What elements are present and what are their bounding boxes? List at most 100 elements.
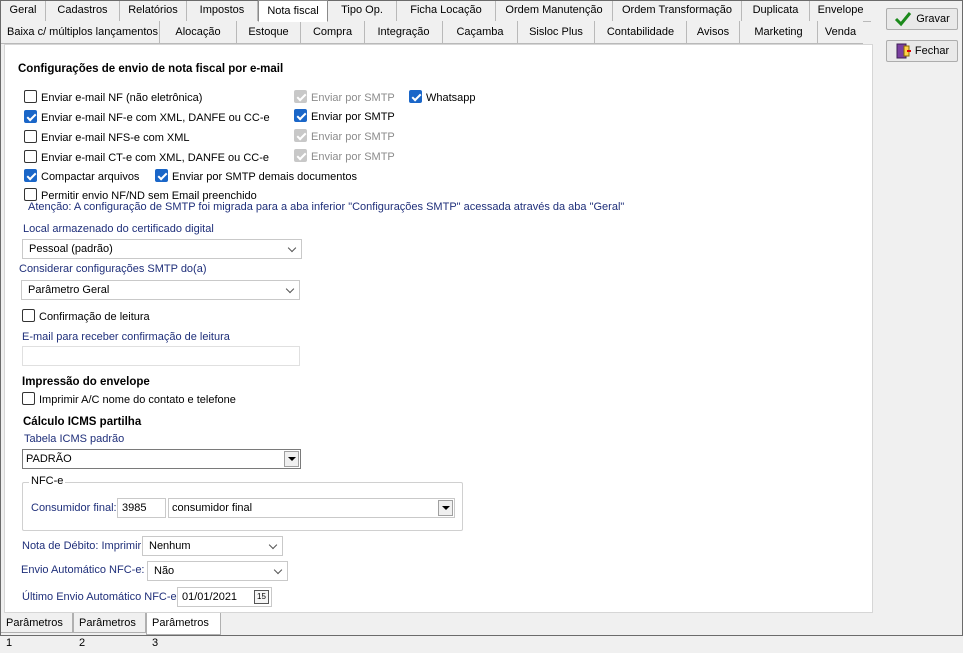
- tab-ordem-transformacao[interactable]: Ordem Transformação: [613, 0, 742, 22]
- save-button[interactable]: Gravar: [886, 8, 958, 30]
- debit-note-select[interactable]: Nenhum: [142, 536, 283, 556]
- chevron-down-icon: [273, 565, 283, 575]
- email-section-title: Configurações de envio de nota fiscal po…: [18, 63, 284, 75]
- bottom-tabs: Parâmetros 1 Parâmetros 2 Parâmetros 3: [0, 613, 221, 649]
- checkbox-box: [22, 392, 35, 405]
- smtp-other-docs-checkbox[interactable]: Enviar por SMTP demais documentos: [155, 169, 357, 183]
- checkbox-box: [155, 169, 168, 182]
- last-auto-date-value: 01/01/2021: [182, 591, 238, 603]
- tab-geral[interactable]: Geral: [1, 0, 46, 22]
- tab-marketing[interactable]: Marketing: [740, 21, 818, 44]
- icms-table-value: PADRÃO: [26, 453, 72, 465]
- email-nfe-checkbox[interactable]: Enviar e-mail NF-e com XML, DANFE ou CC-…: [24, 110, 270, 124]
- nota-fiscal-panel: Configurações de envio de nota fiscal po…: [4, 44, 873, 613]
- email-nf-checkbox[interactable]: Enviar e-mail NF (não eletrônica): [24, 90, 202, 104]
- smtp-config-select[interactable]: Parâmetro Geral: [21, 280, 300, 300]
- dropdown-arrow-icon[interactable]: [284, 451, 299, 467]
- email-cte-label: Enviar e-mail CT-e com XML, DANFE ou CC-…: [41, 152, 269, 164]
- tab-relatorios[interactable]: Relatórios: [120, 0, 187, 22]
- smtp-config-label: Considerar configurações SMTP do(a): [19, 263, 207, 275]
- tab-parametros-2[interactable]: Parâmetros 2: [73, 613, 146, 649]
- tab-duplicata[interactable]: Duplicata: [742, 0, 810, 22]
- read-email-input[interactable]: [22, 346, 300, 366]
- consumer-name-select[interactable]: consumidor final: [168, 498, 455, 518]
- tab-parametros-3[interactable]: Parâmetros 3: [146, 613, 221, 649]
- smtp-nfe-checkbox[interactable]: Enviar por SMTP: [294, 109, 395, 123]
- debit-note-value: Nenhum: [149, 540, 191, 552]
- save-button-label: Gravar: [916, 13, 950, 25]
- chevron-down-icon: [287, 243, 297, 253]
- tab-cadastros[interactable]: Cadastros: [46, 0, 120, 22]
- consumer-name-value: consumidor final: [172, 502, 253, 514]
- calendar-icon[interactable]: 15: [254, 590, 269, 604]
- nfce-groupbox: NFC-e Consumidor final: 3985 consumidor …: [22, 475, 463, 531]
- tab-sisloc-plus[interactable]: Sisloc Plus: [518, 21, 595, 44]
- auto-nfce-value: Não: [154, 565, 175, 577]
- tab-impostos[interactable]: Impostos: [187, 0, 258, 22]
- cert-location-select[interactable]: Pessoal (padrão): [22, 239, 302, 259]
- last-auto-label: Último Envio Automático NFC-e:: [22, 591, 180, 603]
- tab-ordem-manutencao[interactable]: Ordem Manutenção: [496, 0, 613, 22]
- cert-location-value: Pessoal (padrão): [29, 243, 113, 255]
- checkbox-box: [24, 169, 37, 182]
- email-nfse-checkbox[interactable]: Enviar e-mail NFS-e com XML: [24, 130, 190, 144]
- tab-nota-fiscal[interactable]: Nota fiscal: [258, 0, 328, 22]
- email-nfe-label: Enviar e-mail NF-e com XML, DANFE ou CC-…: [41, 112, 270, 124]
- tab-estoque[interactable]: Estoque: [237, 21, 301, 44]
- last-auto-date-input[interactable]: 01/01/2021 15: [177, 587, 272, 607]
- email-cte-checkbox[interactable]: Enviar e-mail CT-e com XML, DANFE ou CC-…: [24, 150, 269, 164]
- email-nfse-label: Enviar e-mail NFS-e com XML: [41, 132, 190, 144]
- tab-avisos[interactable]: Avisos: [687, 21, 740, 44]
- envelope-section-title: Impressão do envelope: [22, 376, 150, 388]
- consumer-label: Consumidor final:: [31, 502, 117, 514]
- tab-venda[interactable]: Venda: [818, 21, 863, 44]
- whatsapp-checkbox[interactable]: Whatsapp: [409, 90, 476, 104]
- smtp-nf-label: Enviar por SMTP: [311, 92, 395, 104]
- tab-baixa-multiplos[interactable]: Baixa c/ múltiplos lançamentos: [1, 21, 160, 44]
- compact-files-checkbox[interactable]: Compactar arquivos: [24, 169, 139, 183]
- read-confirm-checkbox[interactable]: Confirmação de leitura: [22, 309, 150, 323]
- checkbox-box: [294, 149, 307, 162]
- checkbox-box: [24, 188, 37, 201]
- read-email-label: E-mail para receber confirmação de leitu…: [22, 331, 230, 343]
- smtp-cte-label: Enviar por SMTP: [311, 151, 395, 163]
- allow-no-email-checkbox[interactable]: Permitir envio NF/ND sem Email preenchid…: [24, 188, 257, 202]
- tab-contabilidade[interactable]: Contabilidade: [595, 21, 687, 44]
- smtp-nf-checkbox: Enviar por SMTP: [294, 90, 395, 104]
- close-button[interactable]: Fechar: [886, 40, 958, 62]
- checkbox-box: [294, 129, 307, 142]
- tab-parametros-1[interactable]: Parâmetros 1: [0, 613, 73, 649]
- tab-cacamba[interactable]: Caçamba: [443, 21, 518, 44]
- checkbox-box: [24, 110, 37, 123]
- checkbox-box: [294, 109, 307, 122]
- checkbox-box: [294, 90, 307, 103]
- auto-nfce-select[interactable]: Não: [147, 561, 288, 581]
- tab-envelope[interactable]: Envelope: [810, 0, 871, 22]
- close-button-label: Fechar: [914, 45, 950, 57]
- checkbox-box: [22, 309, 35, 322]
- tab-tipo-op[interactable]: Tipo Op.: [328, 0, 397, 22]
- tab-row-1: Geral Cadastros Relatórios Impostos Nota…: [1, 0, 871, 22]
- tab-ficha-locacao[interactable]: Ficha Locação: [397, 0, 496, 22]
- chevron-down-icon: [268, 540, 278, 550]
- checkbox-box: [24, 130, 37, 143]
- smtp-nfse-label: Enviar por SMTP: [311, 131, 395, 143]
- email-nf-label: Enviar e-mail NF (não eletrônica): [41, 92, 203, 104]
- smtp-migration-warning: Atenção: A configuração de SMTP foi migr…: [28, 201, 625, 213]
- print-ac-label: Imprimir A/C nome do contato e telefone: [39, 394, 236, 406]
- consumer-code-input[interactable]: 3985: [117, 498, 166, 518]
- whatsapp-label: Whatsapp: [426, 92, 476, 104]
- tab-row-2: Baixa c/ múltiplos lançamentos Alocação …: [1, 21, 863, 44]
- smtp-config-value: Parâmetro Geral: [28, 284, 110, 296]
- smtp-other-docs-label: Enviar por SMTP demais documentos: [172, 171, 358, 183]
- tab-compra[interactable]: Compra: [301, 21, 365, 44]
- checkbox-box: [24, 150, 37, 163]
- icms-table-label: Tabela ICMS padrão: [24, 433, 125, 445]
- auto-nfce-label: Envio Automático NFC-e:: [21, 564, 145, 576]
- icms-table-select[interactable]: PADRÃO: [22, 449, 301, 469]
- print-ac-checkbox[interactable]: Imprimir A/C nome do contato e telefone: [22, 392, 236, 406]
- tab-integracao[interactable]: Integração: [365, 21, 443, 44]
- tab-alocacao[interactable]: Alocação: [160, 21, 237, 44]
- smtp-nfse-checkbox: Enviar por SMTP: [294, 129, 395, 143]
- dropdown-arrow-icon[interactable]: [438, 500, 453, 516]
